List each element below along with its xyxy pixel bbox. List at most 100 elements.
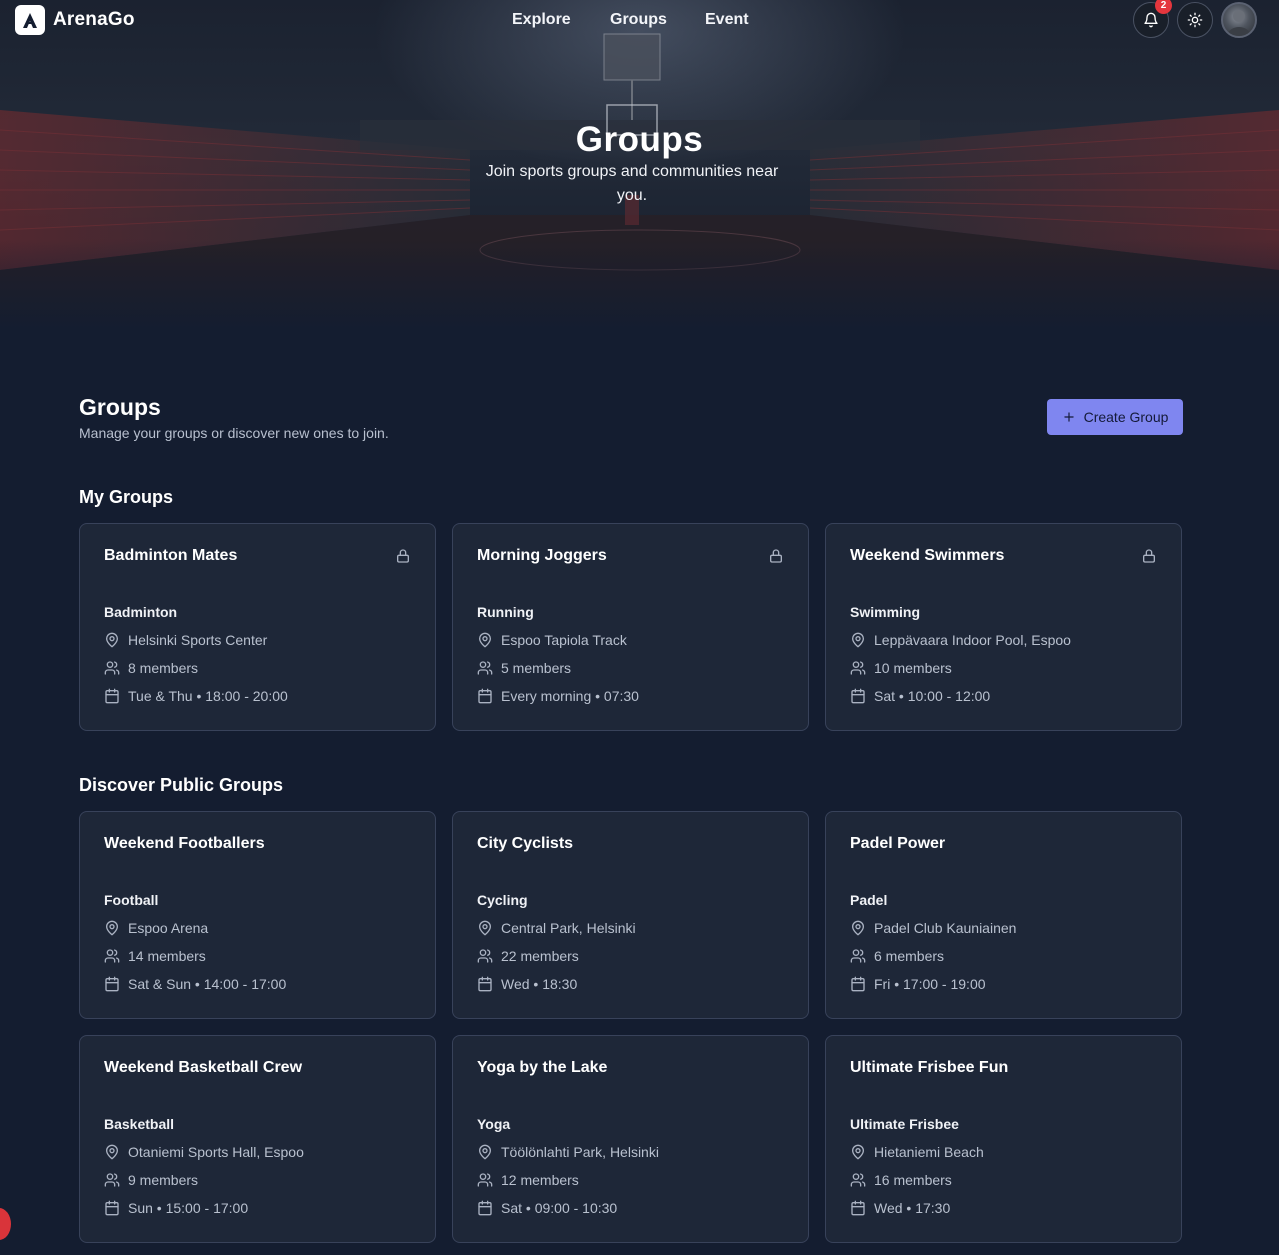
nav-link-explore[interactable]: Explore [512,11,571,29]
group-location-text: Töölönlahti Park, Helsinki [501,1144,659,1160]
group-schedule: Tue & Thu • 18:00 - 20:00 [104,688,288,704]
map-pin-icon [104,632,120,648]
group-members: 12 members [477,1172,579,1188]
group-schedule-text: Wed • 18:30 [501,976,578,992]
calendar-icon [850,1200,866,1216]
group-card[interactable]: Morning Joggers Running Espoo Tapiola Tr… [452,523,809,731]
group-schedule-text: Tue & Thu • 18:00 - 20:00 [128,688,288,704]
group-card[interactable]: Weekend Swimmers Swimming Leppävaara Ind… [825,523,1182,731]
group-location-text: Espoo Tapiola Track [501,632,627,648]
calendar-icon [104,976,120,992]
group-card[interactable]: Weekend Footballers Football Espoo Arena… [79,811,436,1019]
group-members-text: 12 members [501,1172,579,1188]
lock-icon [395,548,411,569]
hero-subtitle: Join sports groups and communities near … [485,163,779,204]
group-name: Weekend Swimmers [850,547,1005,564]
user-avatar[interactable] [1221,2,1257,38]
map-pin-icon [477,920,493,936]
public-groups-heading: Discover Public Groups [79,775,284,795]
group-location-text: Hietaniemi Beach [874,1144,984,1160]
group-name: Yoga by the Lake [477,1059,608,1076]
group-schedule-text: Fri • 17:00 - 19:00 [874,976,986,992]
group-members-text: 9 members [128,1172,199,1188]
nav-link-groups[interactable]: Groups [610,11,667,29]
group-card[interactable]: Weekend Basketball Crew Basketball Otani… [79,1035,436,1243]
group-members: 9 members [104,1172,198,1188]
group-schedule: Sat & Sun • 14:00 - 17:00 [104,976,286,992]
group-schedule: Sat • 09:00 - 10:30 [477,1200,617,1216]
group-schedule-text: Sun • 15:00 - 17:00 [128,1200,249,1216]
group-sport: Cycling [477,892,528,908]
group-sport: Ultimate Frisbee [850,1116,959,1132]
group-members: 5 members [477,660,571,676]
group-name: Padel Power [850,835,946,852]
group-location-text: Central Park, Helsinki [501,920,636,936]
group-card[interactable]: Ultimate Frisbee Fun Ultimate Frisbee Hi… [825,1035,1182,1243]
group-card[interactable]: Badminton Mates Badminton Helsinki Sport… [79,523,436,731]
group-schedule: Every morning • 07:30 [477,688,639,704]
users-icon [850,948,866,964]
map-pin-icon [850,1144,866,1160]
group-sport: Badminton [104,604,178,620]
group-members-text: 14 members [128,948,206,964]
group-sport: Padel [850,892,888,908]
map-pin-icon [850,920,866,936]
group-members: 14 members [104,948,206,964]
nav-links: Explore Groups Event [0,11,1279,31]
nav-link-event[interactable]: Event [705,11,749,29]
group-location: Padel Club Kauniainen [850,920,1016,936]
group-schedule-text: Sat • 10:00 - 12:00 [874,688,991,704]
users-icon [850,660,866,676]
group-members-text: 6 members [874,948,945,964]
users-icon [850,1172,866,1188]
calendar-icon [104,1200,120,1216]
users-icon [477,1172,493,1188]
users-icon [477,660,493,676]
my-groups-heading: My Groups [79,487,174,507]
theme-toggle-button[interactable] [1177,2,1213,38]
group-members-text: 22 members [501,948,579,964]
group-card[interactable]: City Cyclists Cycling Central Park, Hels… [452,811,809,1019]
create-group-button[interactable]: Create Group [1047,399,1183,435]
map-pin-icon [477,632,493,648]
notification-count-badge: 2 [1155,0,1172,14]
group-card[interactable]: Yoga by the Lake Yoga Töölönlahti Park, … [452,1035,809,1243]
group-name: Morning Joggers [477,547,607,564]
group-location: Hietaniemi Beach [850,1144,984,1160]
group-sport: Basketball [104,1116,175,1132]
group-location: Töölönlahti Park, Helsinki [477,1144,659,1160]
calendar-icon [477,1200,493,1216]
page-title: Groups [79,394,161,420]
group-sport: Football [104,892,159,908]
group-card[interactable]: Padel Power Padel Padel Club Kauniainen … [825,811,1182,1019]
group-location-text: Otaniemi Sports Hall, Espoo [128,1144,304,1160]
group-schedule: Sun • 15:00 - 17:00 [104,1200,248,1216]
group-schedule: Sat • 10:00 - 12:00 [850,688,990,704]
hero-title: Groups [575,120,704,159]
group-location-text: Padel Club Kauniainen [874,920,1017,936]
group-members: 10 members [850,660,952,676]
calendar-icon [477,976,493,992]
bell-icon [1144,12,1158,28]
notifications-button[interactable]: 2 [1133,0,1172,38]
group-location-text: Helsinki Sports Center [128,632,268,648]
group-sport: Yoga [477,1116,511,1132]
create-group-label: Create Group [1083,409,1169,425]
group-members-text: 10 members [874,660,952,676]
lock-icon [1141,548,1157,569]
group-schedule-text: Wed • 17:30 [874,1200,951,1216]
group-members: 22 members [477,948,579,964]
group-members-text: 5 members [501,660,572,676]
group-members-text: 8 members [128,660,199,676]
calendar-icon [850,688,866,704]
map-pin-icon [477,1144,493,1160]
group-location-text: Espoo Arena [128,920,209,936]
map-pin-icon [104,920,120,936]
group-location-text: Leppävaara Indoor Pool, Espoo [874,632,1071,648]
group-location: Otaniemi Sports Hall, Espoo [104,1144,304,1160]
calendar-icon [477,688,493,704]
group-sport: Swimming [850,604,921,620]
group-schedule: Wed • 18:30 [477,976,577,992]
top-navbar: ArenaGo Explore Groups Event 2 [0,0,1279,40]
floating-indicator[interactable] [0,1208,11,1240]
